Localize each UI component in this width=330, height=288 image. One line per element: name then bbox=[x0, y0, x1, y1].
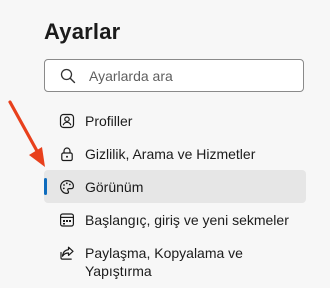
palette-icon bbox=[59, 179, 75, 195]
search-icon bbox=[59, 67, 77, 85]
settings-nav: Profiller Gizlilik, Arama ve Hizmetler G… bbox=[44, 104, 306, 284]
sidebar-item-label: Görünüm bbox=[85, 178, 144, 195]
search-input[interactable] bbox=[89, 67, 289, 84]
sidebar-item-profiles[interactable]: Profiller bbox=[44, 104, 306, 137]
sidebar-item-share-copy-paste[interactable]: Paylaşma, Kopyalama ve Yapıştırma bbox=[44, 236, 306, 284]
sidebar-item-label: Profiller bbox=[85, 112, 133, 129]
sidebar-item-label: Başlangıç, giriş ve yeni sekmeler bbox=[85, 211, 289, 228]
sidebar-item-start-home-new-tabs[interactable]: Başlangıç, giriş ve yeni sekmeler bbox=[44, 203, 306, 236]
profile-icon bbox=[59, 113, 75, 129]
sidebar-item-privacy[interactable]: Gizlilik, Arama ve Hizmetler bbox=[44, 137, 306, 170]
sidebar-item-label: Gizlilik, Arama ve Hizmetler bbox=[85, 145, 256, 162]
share-icon bbox=[59, 245, 75, 261]
search-box[interactable] bbox=[44, 59, 304, 92]
sidebar-item-label: Paylaşma, Kopyalama ve Yapıştırma bbox=[85, 245, 243, 279]
sidebar-item-appearance[interactable]: Görünüm bbox=[44, 170, 306, 203]
start-page-icon bbox=[59, 212, 75, 228]
lock-icon bbox=[59, 146, 75, 162]
page-title: Ayarlar bbox=[44, 19, 121, 44]
